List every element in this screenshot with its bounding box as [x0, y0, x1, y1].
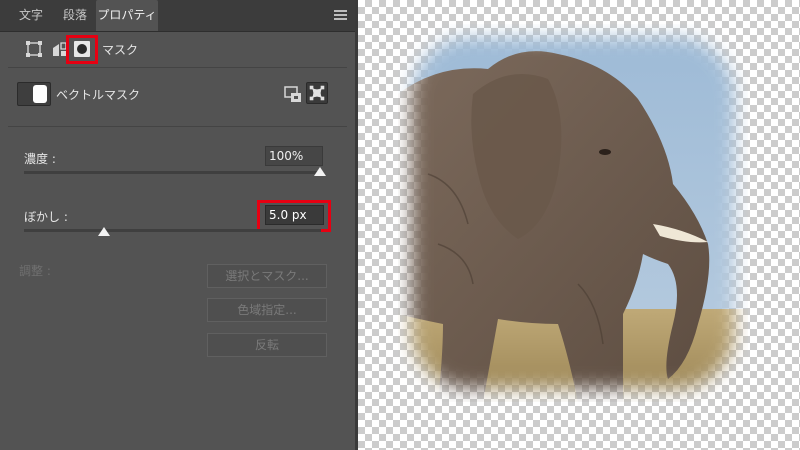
- tab-paragraph[interactable]: 段落: [54, 0, 96, 31]
- tab-character[interactable]: 文字: [8, 0, 54, 31]
- masked-elephant-photo: [398, 24, 748, 402]
- feather-field[interactable]: 5.0 px: [265, 205, 324, 225]
- add-vector-mask-button[interactable]: [306, 82, 328, 104]
- vector-mask-label: ベクトルマスク: [56, 88, 141, 102]
- color-range-button[interactable]: 色域指定...: [207, 298, 327, 322]
- feather-slider-track[interactable]: [24, 229, 321, 232]
- density-slider-track[interactable]: [24, 171, 321, 174]
- invert-button[interactable]: 反転: [207, 333, 327, 357]
- tab-properties[interactable]: プロパティ: [96, 0, 158, 31]
- hamburger-icon[interactable]: [334, 10, 347, 21]
- pixel-transform-icon[interactable]: [25, 40, 43, 58]
- feather-label: ぼかし :: [24, 210, 68, 224]
- density-label: 濃度 :: [24, 152, 56, 166]
- document-canvas[interactable]: [358, 0, 800, 450]
- adjust-label: 調整 :: [19, 264, 51, 278]
- select-and-mask-button[interactable]: 選択とマスク...: [207, 264, 327, 288]
- divider: [8, 126, 347, 127]
- select-mask-icon[interactable]: [283, 84, 303, 104]
- layer-mask-icon[interactable]: [74, 41, 90, 57]
- mask-mode-highlight: [66, 35, 98, 64]
- panel-tab-bar: 文字 段落 プロパティ: [0, 0, 355, 32]
- density-field[interactable]: 100%: [265, 146, 323, 166]
- vector-mask-thumbnail[interactable]: [17, 82, 51, 106]
- mask-section-title: マスク: [102, 43, 139, 57]
- density-slider-thumb[interactable]: [314, 167, 326, 176]
- properties-panel: 文字 段落 プロパティ マスク ベクトルマスク 濃度: 100% ぼかし: …: [0, 0, 355, 450]
- add-vector-mask-icon: [309, 85, 325, 101]
- feather-slider-thumb[interactable]: [98, 227, 110, 236]
- divider: [8, 67, 347, 68]
